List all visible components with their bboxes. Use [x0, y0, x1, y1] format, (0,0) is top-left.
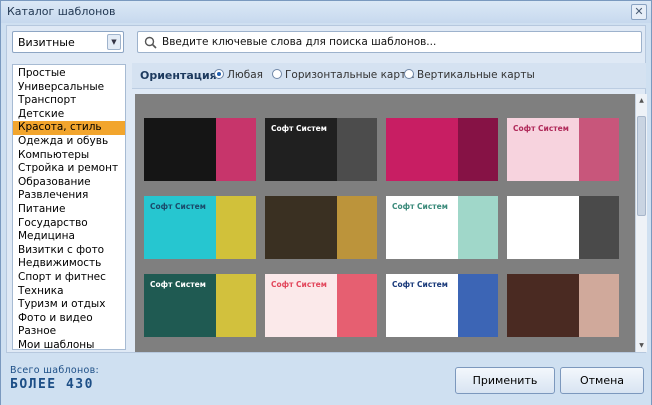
card-graphic [458, 196, 498, 259]
category-item[interactable]: Стройка и ремонт [13, 162, 125, 176]
card-graphic [579, 196, 619, 259]
category-item[interactable]: Питание [13, 203, 125, 217]
category-item[interactable]: Государство [13, 217, 125, 231]
template-card[interactable] [144, 118, 256, 181]
template-card[interactable] [386, 118, 498, 181]
card-company-name: Софт Систем [513, 124, 569, 133]
category-item[interactable]: Универсальные [13, 81, 125, 95]
orientation-any-radio[interactable]: Любая [214, 69, 263, 81]
category-item[interactable]: Разное [13, 325, 125, 339]
category-item[interactable]: Визитки с фото [13, 244, 125, 258]
total-templates-value: БОЛЕЕ 430 [10, 377, 94, 392]
radio-icon [404, 69, 414, 79]
category-item[interactable]: Красота, стиль [13, 121, 125, 135]
category-item[interactable]: Фото и видео [13, 312, 125, 326]
card-graphic [216, 274, 256, 337]
total-templates-label: Всего шаблонов: [10, 365, 99, 376]
card-graphic [216, 118, 256, 181]
template-card[interactable]: Софт Систем [265, 118, 377, 181]
category-item[interactable]: Образование [13, 176, 125, 190]
category-item[interactable]: Транспорт [13, 94, 125, 108]
orientation-vertical-radio[interactable]: Вертикальные карты [404, 69, 535, 81]
card-graphic [337, 118, 377, 181]
card-graphic [337, 274, 377, 337]
gallery-scrollbar[interactable]: ▲ ▼ [635, 94, 647, 352]
search-placeholder: Введите ключевые слова для поиска шаблон… [162, 36, 437, 48]
category-item[interactable]: Мои шаблоны [13, 339, 125, 353]
template-card[interactable]: Софт Систем [386, 274, 498, 337]
radio-icon [272, 69, 282, 79]
orientation-filter: Ориентация: Любая Горизонтальные карты В… [132, 63, 646, 89]
radio-icon [214, 69, 224, 79]
card-company-name: Софт Систем [150, 280, 206, 289]
cancel-button[interactable]: Отмена [560, 367, 644, 394]
card-company-name: Софт Систем [271, 280, 327, 289]
orientation-horizontal-radio[interactable]: Горизонтальные карты [272, 69, 414, 81]
category-item[interactable]: Детские [13, 108, 125, 122]
card-type-value: Визитные [18, 36, 75, 49]
scroll-thumb[interactable] [637, 116, 646, 216]
category-item[interactable]: Медицина [13, 230, 125, 244]
apply-button[interactable]: Применить [455, 367, 555, 394]
category-list: Простые Универсальные Транспорт Детские Крас… [12, 64, 126, 353]
category-item[interactable]: Туризм и отдых [13, 298, 125, 312]
card-company-name: Софт Систем [392, 202, 448, 211]
footer: Всего шаблонов: БОЛЕЕ 430 Применить Отме… [1, 355, 651, 405]
template-card[interactable]: Софт Систем [265, 274, 377, 337]
category-item[interactable]: Недвижимость [13, 257, 125, 271]
template-card[interactable] [265, 196, 377, 259]
chevron-down-icon[interactable]: ▼ [107, 34, 121, 50]
template-card[interactable]: Софт Систем [507, 118, 619, 181]
template-card[interactable] [507, 196, 619, 259]
card-company-name: Софт Систем [392, 280, 448, 289]
card-graphic [579, 274, 619, 337]
template-gallery: Софт Систем Софт Систем Софт Систем Софт Си… [135, 94, 635, 352]
card-type-select[interactable]: Визитные ▼ [12, 31, 124, 53]
template-card[interactable]: Софт Систем [144, 196, 256, 259]
content-panel: Визитные ▼ Простые Универсальные Транспорт… [6, 25, 647, 353]
category-item[interactable]: Спорт и фитнес [13, 271, 125, 285]
template-card[interactable]: Софт Систем [386, 196, 498, 259]
card-company-name: Софт Систем [271, 124, 327, 133]
search-icon [144, 36, 157, 49]
template-card[interactable] [507, 274, 619, 337]
card-graphic [458, 118, 498, 181]
scroll-up-icon[interactable]: ▲ [636, 95, 647, 106]
card-graphic [337, 196, 377, 259]
scroll-down-icon[interactable]: ▼ [636, 340, 647, 351]
category-item[interactable]: Одежда и обувь [13, 135, 125, 149]
category-item[interactable]: Простые [13, 67, 125, 81]
card-graphic [216, 196, 256, 259]
orientation-label: Ориентация: [140, 69, 222, 82]
search-input[interactable]: Введите ключевые слова для поиска шаблон… [137, 31, 642, 53]
close-button[interactable]: ✕ [631, 4, 647, 20]
card-company-name: Софт Систем [150, 202, 206, 211]
category-item[interactable]: Техника [13, 285, 125, 299]
template-card[interactable]: Софт Систем [144, 274, 256, 337]
card-graphic [458, 274, 498, 337]
category-item[interactable]: Развлечения [13, 189, 125, 203]
title-bar: Каталог шаблонов ✕ [1, 1, 651, 23]
card-graphic [579, 118, 619, 181]
category-item[interactable]: Компьютеры [13, 149, 125, 163]
window-title: Каталог шаблонов [7, 5, 116, 18]
template-catalog-window: Каталог шаблонов ✕ Визитные ▼ Простые Уни… [0, 0, 652, 405]
